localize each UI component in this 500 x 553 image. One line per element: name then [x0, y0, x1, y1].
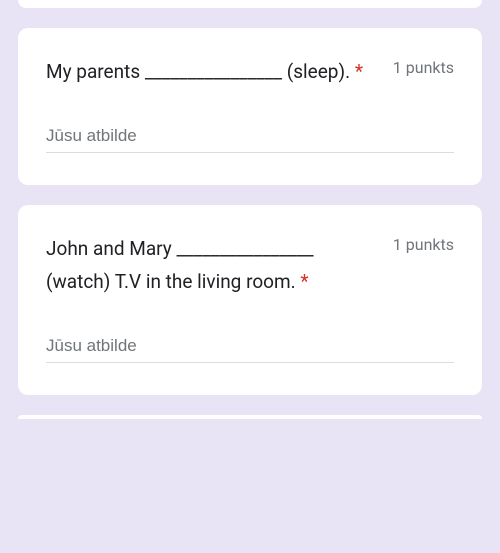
question-card: John and Mary ________________ (watch) T… [18, 205, 482, 395]
question-prompt: My parents ________________ (sleep). [46, 60, 350, 83]
question-card: My parents ________________ (sleep). * 1… [18, 28, 482, 185]
previous-card-bottom [18, 0, 482, 8]
required-asterisk: * [350, 60, 363, 83]
question-text: My parents ________________ (sleep). * [46, 56, 377, 88]
points-label: 1 punkts [393, 233, 454, 254]
points-label: 1 punkts [393, 56, 454, 77]
question-header: John and Mary ________________ (watch) T… [46, 233, 454, 298]
required-asterisk: * [296, 270, 309, 293]
answer-input[interactable] [46, 120, 454, 153]
question-header: My parents ________________ (sleep). * 1… [46, 56, 454, 88]
question-prompt: John and Mary ________________ (watch) T… [46, 237, 314, 292]
answer-input[interactable] [46, 330, 454, 363]
next-card-top [18, 415, 482, 419]
question-text: John and Mary ________________ (watch) T… [46, 233, 377, 298]
